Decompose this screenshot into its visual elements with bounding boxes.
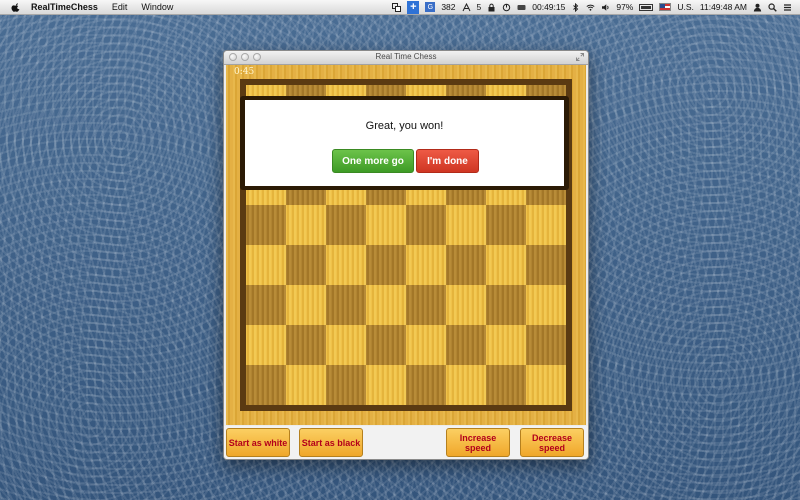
board-square[interactable] (486, 325, 526, 365)
start-as-black-button[interactable]: Start as black (299, 428, 363, 457)
board-square[interactable] (246, 325, 286, 365)
board-square[interactable] (446, 365, 486, 405)
user-icon[interactable] (753, 3, 762, 12)
board-square[interactable] (246, 285, 286, 325)
board-square[interactable] (326, 205, 366, 245)
board-square[interactable] (286, 285, 326, 325)
board-square[interactable] (526, 325, 566, 365)
board-square[interactable] (446, 245, 486, 285)
board-square[interactable] (406, 205, 446, 245)
im-done-button[interactable]: I'm done (416, 149, 479, 173)
g-count: 382 (441, 2, 456, 12)
board-square[interactable] (486, 285, 526, 325)
title-bar[interactable]: Real Time Chess (224, 51, 588, 65)
board-square[interactable] (286, 245, 326, 285)
volume-icon[interactable] (601, 3, 610, 12)
board-square[interactable] (486, 365, 526, 405)
board-square[interactable] (446, 205, 486, 245)
window-menu[interactable]: Window (141, 2, 173, 12)
board-square[interactable] (486, 245, 526, 285)
bluetooth-icon[interactable] (571, 2, 580, 12)
lock-icon[interactable] (487, 3, 496, 12)
board-square[interactable] (366, 365, 406, 405)
result-dialog: Great, you won! One more go I'm done (245, 100, 564, 186)
one-more-go-button[interactable]: One more go (332, 149, 414, 173)
clock[interactable]: 11:49:48 AM (700, 2, 747, 12)
input-source[interactable]: U.S. (677, 2, 694, 12)
app-window: Real Time Chess 0:45 Great, you won! One… (223, 50, 589, 460)
board-square[interactable] (526, 365, 566, 405)
board-square[interactable] (366, 245, 406, 285)
increase-speed-button[interactable]: Increase speed (446, 428, 510, 457)
board-square[interactable] (366, 325, 406, 365)
battery-percent: 97% (616, 2, 634, 12)
board-square[interactable] (326, 285, 366, 325)
battery-icon[interactable] (639, 3, 654, 11)
notification-center-icon[interactable] (783, 3, 792, 12)
board-square[interactable] (326, 325, 366, 365)
status-area: + G 382 5 00:49:15 97% U.S. 11:49:48 AM (392, 0, 792, 14)
board-square[interactable] (246, 365, 286, 405)
decrease-speed-button[interactable]: Decrease speed (520, 428, 584, 457)
screens-icon[interactable] (392, 2, 402, 12)
us-flag-icon[interactable] (659, 3, 672, 11)
board-square[interactable] (486, 205, 526, 245)
fullscreen-icon[interactable] (576, 53, 584, 61)
clock-timer: 00:49:15 (532, 2, 566, 12)
window-title: Real Time Chess (375, 52, 437, 61)
adobe-icon[interactable] (462, 2, 471, 12)
game-timer: 0:45 (234, 67, 255, 77)
board-square[interactable] (366, 205, 406, 245)
board-square[interactable] (286, 325, 326, 365)
add-icon[interactable]: + (407, 0, 420, 14)
board-square[interactable] (446, 285, 486, 325)
board-square[interactable] (246, 245, 286, 285)
result-dialog-frame: Great, you won! One more go I'm done (240, 96, 569, 190)
edit-menu[interactable]: Edit (112, 2, 128, 12)
sync-icon[interactable] (502, 3, 511, 12)
board-square[interactable] (406, 285, 446, 325)
board-square[interactable] (406, 245, 446, 285)
result-message: Great, you won! (365, 120, 444, 132)
board-square[interactable] (286, 205, 326, 245)
board-square[interactable] (406, 325, 446, 365)
g-icon[interactable]: G (425, 2, 436, 12)
board-square[interactable] (406, 365, 446, 405)
board-square[interactable] (526, 245, 566, 285)
game-area: 0:45 Great, you won! One more go I'm don… (224, 65, 588, 459)
board-square[interactable] (326, 365, 366, 405)
app-menu[interactable]: RealTimeChess (31, 2, 98, 12)
adobe-count: 5 (476, 2, 482, 12)
board-square[interactable] (526, 285, 566, 325)
start-as-white-button[interactable]: Start as white (226, 428, 290, 457)
timer-icon[interactable] (517, 3, 526, 12)
spotlight-search-icon[interactable] (768, 2, 777, 12)
wifi-icon[interactable] (586, 3, 595, 12)
board-square[interactable] (526, 205, 566, 245)
board-square[interactable] (246, 205, 286, 245)
apple-menu-icon[interactable] (11, 2, 21, 12)
board-square[interactable] (326, 245, 366, 285)
board-square[interactable] (286, 365, 326, 405)
controls-bar: Start as white Start as black Increase s… (224, 426, 588, 459)
board-square[interactable] (446, 325, 486, 365)
board-square[interactable] (366, 285, 406, 325)
menu-bar: RealTimeChess Edit Window + G 382 5 00:4… (0, 0, 800, 15)
